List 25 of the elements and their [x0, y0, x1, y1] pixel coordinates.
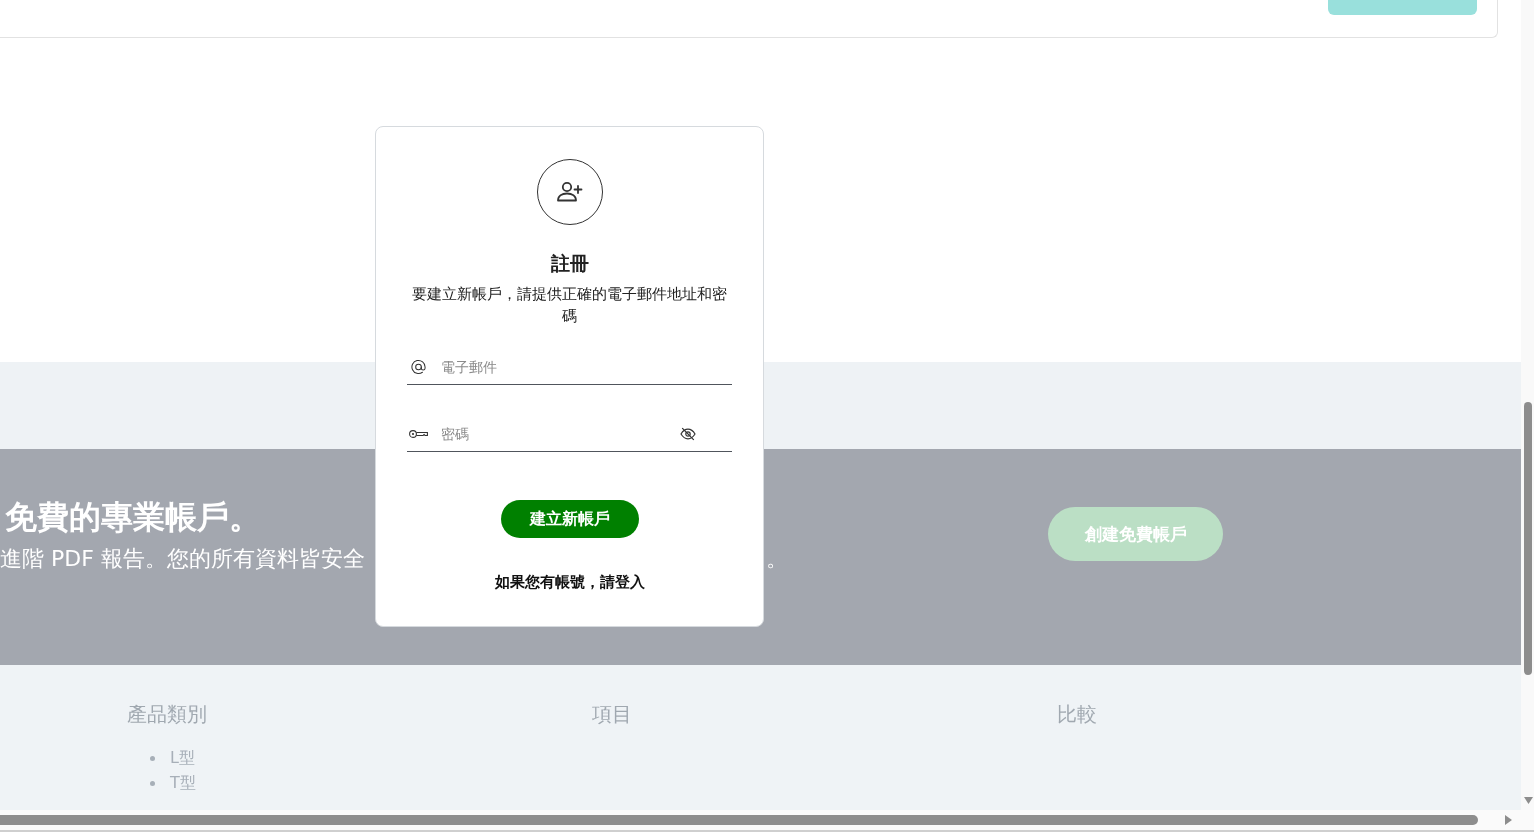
- footer-heading: 項目: [592, 701, 632, 728]
- banner-heading: 免費的專業帳戶。: [5, 497, 261, 537]
- scrollbar-thumb[interactable]: [0, 815, 1478, 825]
- footer-link[interactable]: L型: [170, 748, 195, 769]
- footer-heading: 比較: [1057, 701, 1097, 728]
- user-plus-icon: [536, 159, 603, 225]
- key-icon: [409, 429, 428, 439]
- eye-slash-icon[interactable]: [680, 427, 696, 441]
- create-free-account-button[interactable]: 創建免費帳戶: [1048, 507, 1223, 561]
- password-field[interactable]: 密碼: [407, 416, 732, 452]
- create-account-button[interactable]: 建立新帳戶: [500, 500, 639, 538]
- login-link[interactable]: 如果您有帳號，請登入: [494, 572, 645, 592]
- card-description: 要建立新帳戶，請提供正確的電子郵件地址和密碼: [411, 284, 728, 327]
- footer-heading: 產品類別: [127, 701, 207, 728]
- bullet-icon: [150, 781, 155, 786]
- scroll-right-arrow-icon[interactable]: [1505, 815, 1512, 825]
- banner-subtitle: 進階 PDF 報告。您的所有資料皆安全: [0, 545, 365, 573]
- at-sign-icon: [411, 359, 426, 375]
- scroll-down-arrow-icon[interactable]: [1524, 797, 1533, 804]
- card-title: 註冊: [550, 251, 589, 276]
- footer-link[interactable]: T型: [170, 773, 196, 794]
- bullet-icon: [150, 756, 155, 761]
- email-field[interactable]: 電子郵件: [407, 349, 732, 385]
- banner-subtitle-end: 。: [766, 545, 788, 573]
- scrollbar-thumb[interactable]: [1524, 402, 1532, 675]
